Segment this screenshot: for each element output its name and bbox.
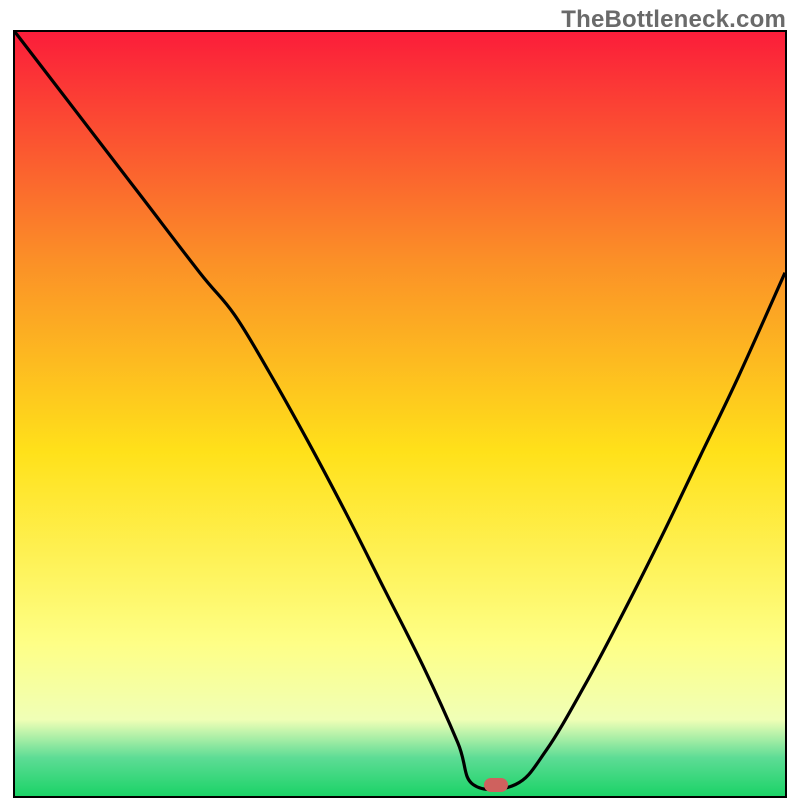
gradient-background [15, 32, 785, 796]
watermark-text: TheBottleneck.com [561, 6, 786, 34]
chart-container: TheBottleneck.com [0, 0, 800, 800]
